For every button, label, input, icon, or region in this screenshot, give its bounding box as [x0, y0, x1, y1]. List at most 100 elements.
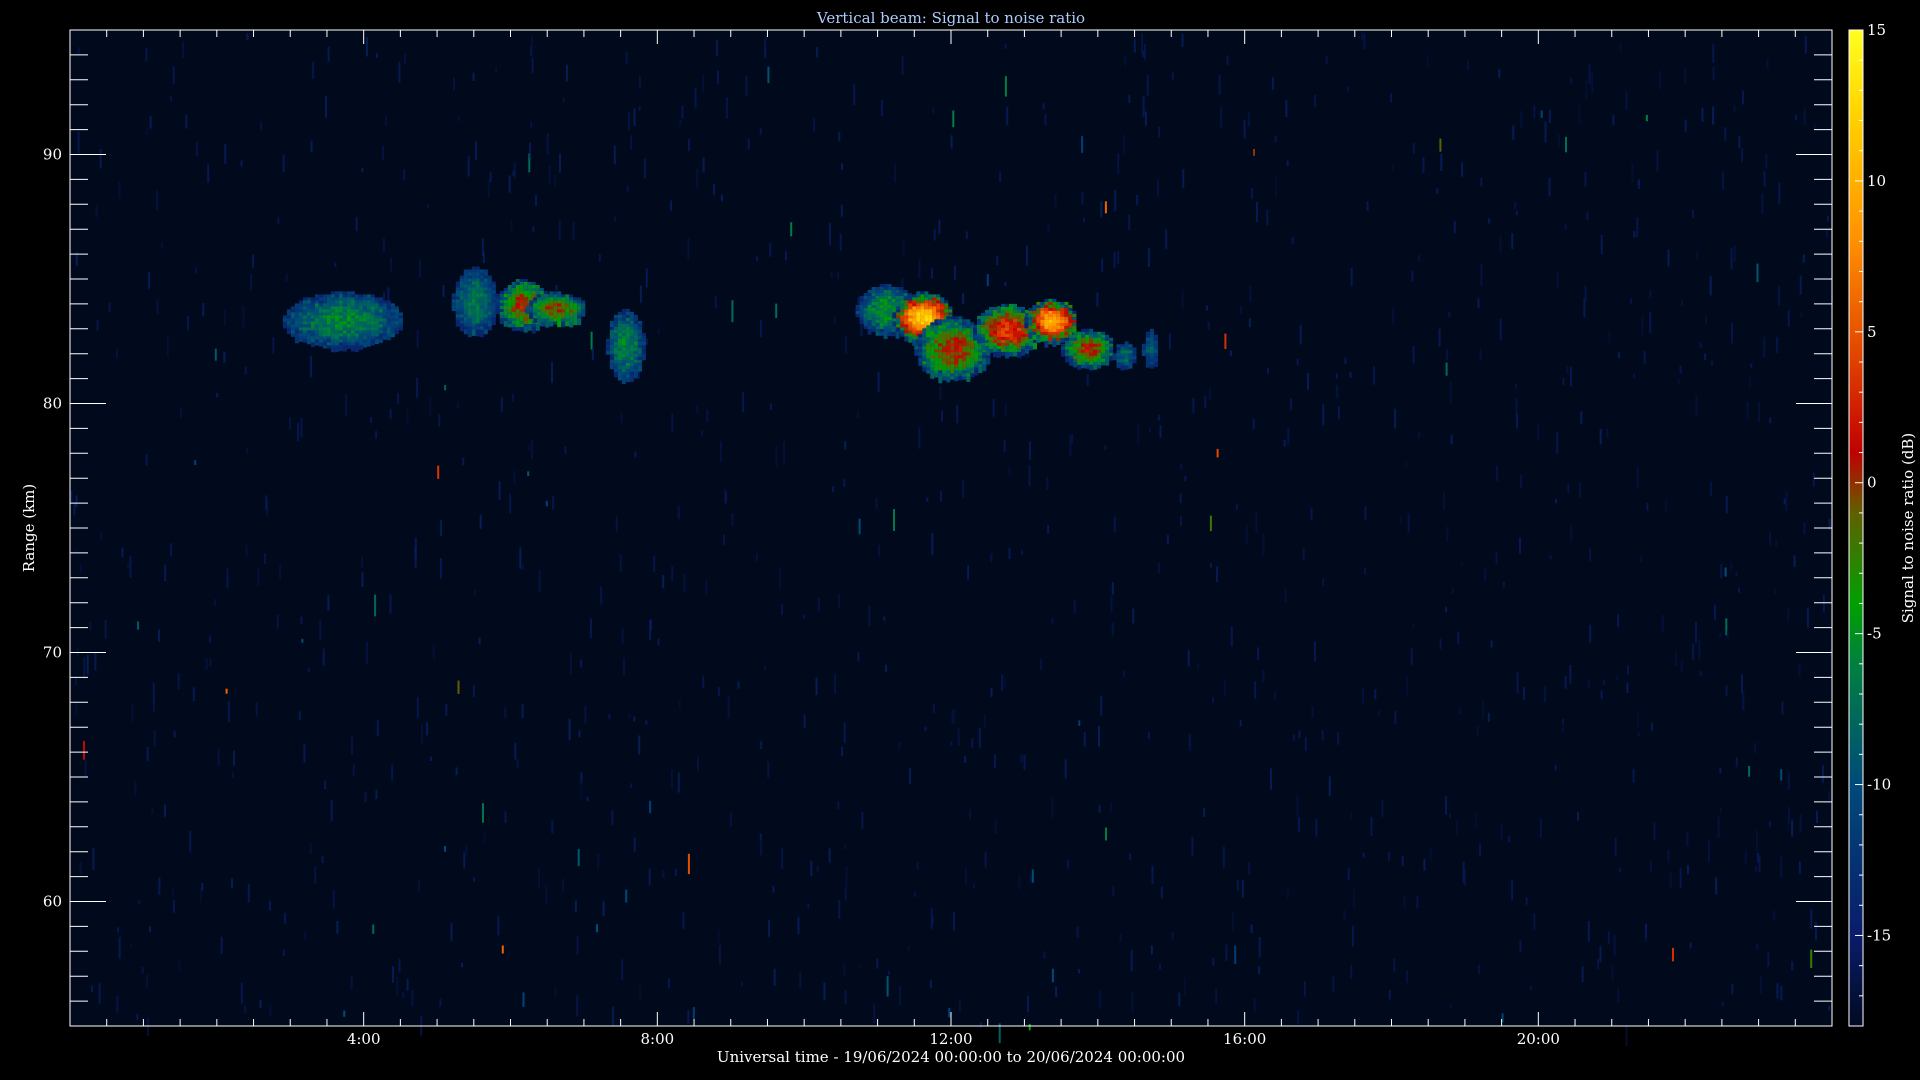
noise-streak	[1449, 1003, 1452, 1008]
noise-streak	[116, 995, 119, 1013]
echo-cell	[1128, 344, 1133, 348]
echo-cell	[629, 368, 634, 372]
echo-cell	[463, 314, 468, 318]
noise-streak	[1274, 135, 1277, 143]
echo-cell	[1081, 346, 1086, 351]
noise-streak	[1391, 164, 1394, 171]
echo-cell	[467, 332, 472, 338]
echo-cell	[511, 315, 516, 319]
noise-streak	[1759, 976, 1762, 994]
noise-streak	[514, 742, 517, 760]
noise-streak	[1499, 235, 1502, 254]
noise-streak	[769, 243, 772, 257]
noise-streak	[1311, 706, 1314, 718]
noise-streak	[1098, 805, 1101, 813]
noise-streak	[350, 975, 353, 990]
noise-streak	[98, 983, 101, 1004]
noise-streak	[473, 877, 476, 882]
echo-cell	[1044, 316, 1049, 320]
noise-streak	[580, 659, 583, 668]
noise-streak	[875, 497, 878, 509]
echo-cell	[958, 364, 963, 368]
echo-cell	[1105, 352, 1110, 356]
noise-streak	[1600, 690, 1603, 700]
noise-streak	[983, 714, 986, 728]
noise-streak	[1696, 250, 1699, 260]
noise-streak	[500, 397, 503, 413]
noise-streak	[1104, 201, 1107, 214]
noise-streak	[611, 1006, 614, 1027]
noise-streak	[1100, 695, 1103, 716]
noise-streak	[207, 164, 210, 183]
echo-cell	[887, 284, 892, 288]
noise-streak	[406, 979, 409, 991]
noise-streak	[1755, 865, 1758, 872]
noise-streak	[1484, 567, 1487, 582]
noise-streak	[807, 903, 810, 909]
echo-cell	[908, 321, 913, 325]
noise-streak	[1299, 324, 1302, 345]
noise-streak	[965, 231, 968, 239]
noise-streak	[759, 128, 762, 135]
noise-streak	[696, 404, 699, 414]
noise-streak	[667, 978, 670, 989]
noise-streak	[1229, 350, 1232, 356]
noise-streak	[75, 495, 78, 507]
noise-streak	[1675, 651, 1678, 667]
noise-streak	[1128, 95, 1131, 104]
noise-streak	[355, 217, 358, 232]
y-tick-label: 90	[43, 146, 62, 164]
noise-streak	[1679, 365, 1682, 374]
echo-cell	[326, 330, 331, 334]
noise-streak	[1150, 945, 1153, 955]
noise-streak	[164, 804, 166, 817]
noise-streak	[1043, 951, 1046, 959]
noise-streak	[1362, 852, 1365, 858]
echo-cell	[954, 376, 959, 382]
noise-streak	[141, 967, 144, 974]
noise-streak	[639, 985, 642, 1000]
noise-streak	[487, 179, 490, 198]
noise-streak	[638, 735, 641, 755]
noise-streak	[770, 403, 773, 410]
noise-streak	[1158, 126, 1161, 138]
noise-streak	[1401, 856, 1404, 867]
noise-streak	[545, 885, 548, 904]
echo-cell	[625, 377, 630, 383]
echo-cell	[310, 312, 315, 316]
noise-streak	[841, 746, 844, 757]
noise-streak	[687, 238, 690, 260]
noise-streak	[1044, 114, 1047, 126]
noise-streak	[1054, 194, 1057, 207]
noise-streak	[1412, 346, 1415, 364]
noise-streak	[1665, 501, 1668, 511]
x-tick-label: 4:00	[347, 1030, 381, 1048]
noise-streak	[839, 233, 842, 251]
echo-cell	[525, 309, 530, 314]
heatmap	[70, 30, 1833, 1047]
noise-streak	[1142, 50, 1145, 57]
echo-cell	[1145, 343, 1150, 348]
echo-cell	[286, 315, 291, 319]
noise-streak	[1196, 663, 1199, 670]
noise-streak	[1653, 822, 1656, 841]
echo-cell	[463, 311, 468, 315]
noise-streak	[1791, 819, 1794, 837]
noise-streak	[956, 404, 959, 424]
noise-streak	[1617, 614, 1620, 628]
snr-chart: Vertical beam: Signal to noise ratio 4:0…	[20, 9, 1917, 1066]
echo-cell	[459, 326, 464, 332]
echo-cell	[900, 333, 905, 337]
noise-streak	[115, 348, 118, 359]
echo-cell	[637, 332, 642, 337]
noise-streak	[843, 478, 846, 487]
echo-cell	[459, 287, 464, 291]
noise-streak	[625, 52, 628, 64]
noise-streak	[670, 770, 673, 789]
noise-streak	[482, 252, 485, 263]
noise-streak	[1516, 672, 1519, 694]
echo-cell	[1116, 362, 1121, 369]
noise-streak	[535, 195, 537, 207]
noise-streak	[1105, 827, 1107, 841]
noise-streak	[677, 772, 680, 793]
